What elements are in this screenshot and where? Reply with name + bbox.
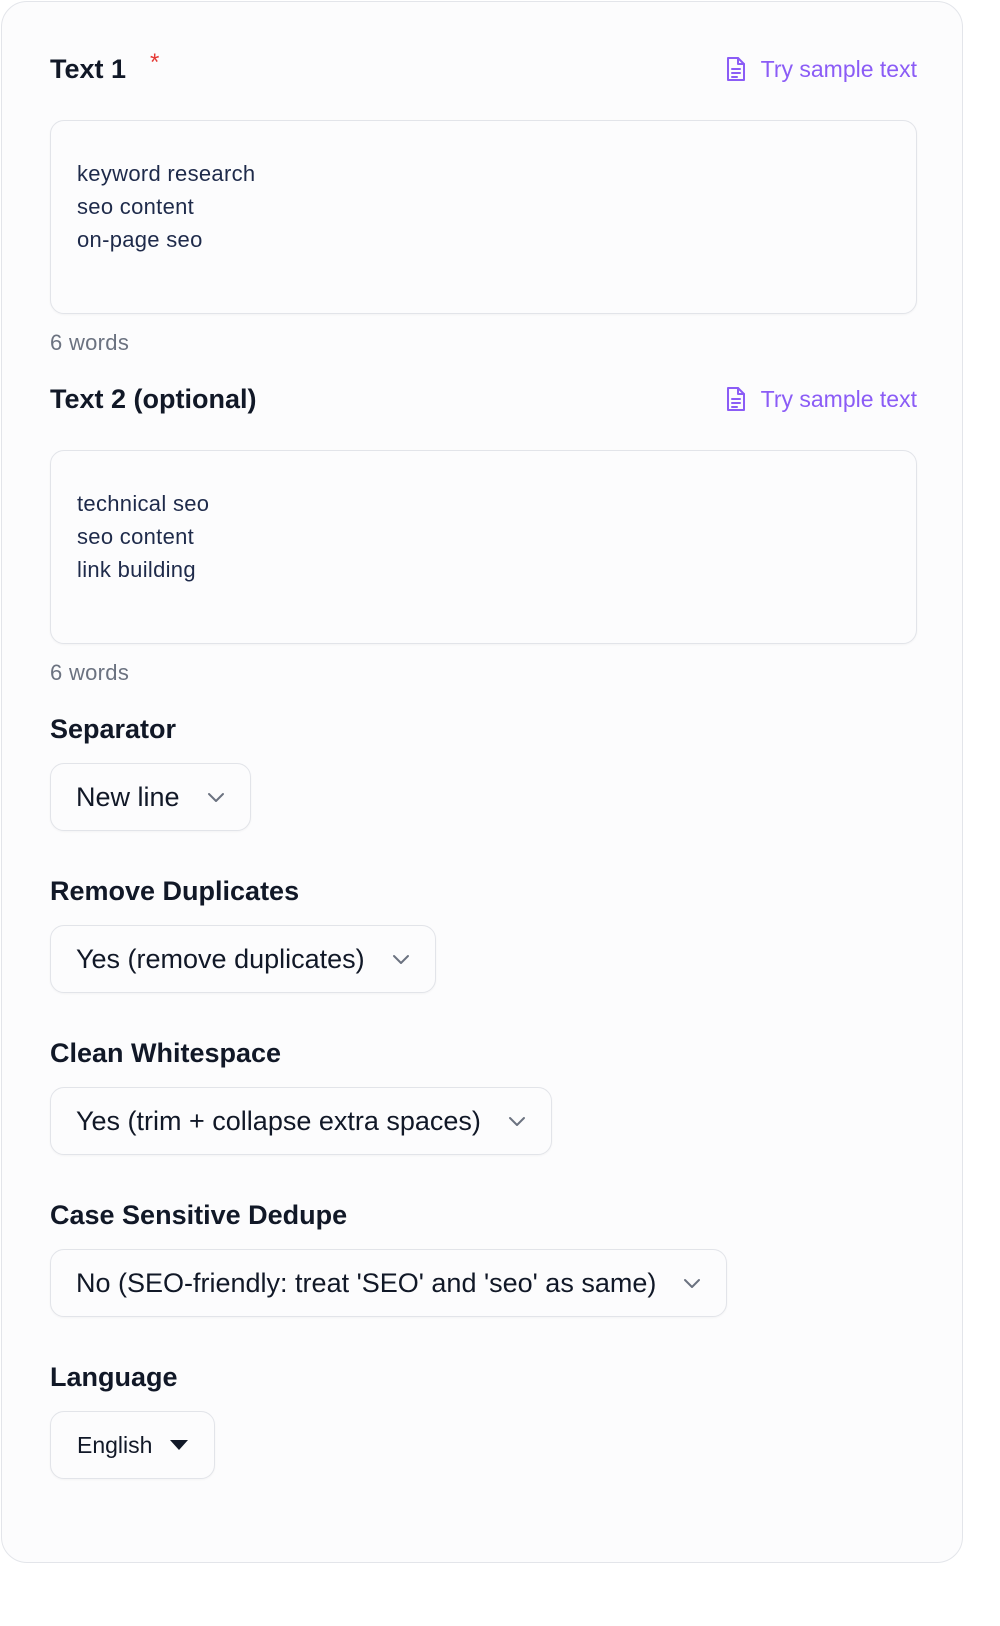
- language-select[interactable]: English: [50, 1411, 216, 1479]
- case-sensitive-value: No (SEO-friendly: treat 'SEO' and 'seo' …: [76, 1267, 657, 1298]
- text2-section: Text 2 (optional) Try sample text techni…: [50, 382, 917, 686]
- clean-whitespace-select[interactable]: Yes (trim + collapse extra spaces): [50, 1087, 552, 1155]
- text1-line: seo content: [77, 194, 195, 219]
- required-indicator: *: [150, 49, 160, 76]
- text1-word-count: 6 words: [50, 330, 130, 355]
- text2-line: seo content: [77, 524, 195, 549]
- text1-line: keyword research: [77, 161, 256, 186]
- text2-label: Text 2 (optional): [50, 383, 257, 414]
- chevron-down-icon: [682, 1277, 702, 1289]
- text2-word-count: 6 words: [50, 660, 130, 685]
- separator-select[interactable]: New line: [50, 763, 251, 831]
- document-icon: [726, 57, 745, 81]
- remove-duplicates-label: Remove Duplicates: [50, 875, 300, 906]
- remove-duplicates-select[interactable]: Yes (remove duplicates): [50, 925, 436, 993]
- case-sensitive-label: Case Sensitive Dedupe: [50, 1199, 348, 1230]
- clean-whitespace-value: Yes (trim + collapse extra spaces): [76, 1105, 481, 1136]
- text1-section: Text 1 * Try sample text keyword researc…: [50, 49, 917, 356]
- form-panel: Text 1 * Try sample text keyword researc…: [1, 1, 963, 1563]
- text2-line: link building: [77, 557, 196, 582]
- caret-down-icon: [170, 1440, 189, 1450]
- text1-label-row: Text 1 * Try sample text: [50, 49, 917, 86]
- text1-label-wrap: Text 1 *: [50, 49, 159, 85]
- try-sample-text-link-2[interactable]: Try sample text: [725, 386, 917, 413]
- remove-duplicates-section: Remove Duplicates Yes (remove duplicates…: [50, 874, 436, 993]
- text1-line: on-page seo: [77, 227, 203, 252]
- separator-section: Separator New line: [50, 712, 251, 831]
- separator-label: Separator: [50, 713, 177, 744]
- clean-whitespace-label: Clean Whitespace: [50, 1037, 282, 1068]
- try-sample-text-label: Try sample text: [760, 385, 917, 412]
- text2-line: technical seo: [77, 491, 210, 516]
- separator-value: New line: [76, 781, 180, 812]
- chevron-down-icon: [507, 1115, 527, 1127]
- text2-label-row: Text 2 (optional) Try sample text: [50, 382, 917, 416]
- text1-label: Text 1: [50, 53, 127, 84]
- remove-duplicates-value: Yes (remove duplicates): [76, 943, 365, 974]
- try-sample-text-label: Try sample text: [760, 55, 917, 82]
- text1-textarea[interactable]: keyword research seo content on-page seo: [50, 120, 917, 314]
- try-sample-text-link-1[interactable]: Try sample text: [725, 56, 917, 83]
- chevron-down-icon: [391, 953, 411, 965]
- case-sensitive-section: Case Sensitive Dedupe No (SEO-friendly: …: [50, 1198, 728, 1317]
- chevron-down-icon: [206, 791, 226, 803]
- document-icon: [726, 387, 745, 411]
- clean-whitespace-section: Clean Whitespace Yes (trim + collapse ex…: [50, 1036, 552, 1155]
- case-sensitive-select[interactable]: No (SEO-friendly: treat 'SEO' and 'seo' …: [50, 1249, 728, 1317]
- language-section: Language English: [50, 1360, 216, 1479]
- text2-textarea[interactable]: technical seo seo content link building: [50, 450, 917, 644]
- language-label: Language: [50, 1361, 178, 1392]
- language-value: English: [77, 1431, 153, 1458]
